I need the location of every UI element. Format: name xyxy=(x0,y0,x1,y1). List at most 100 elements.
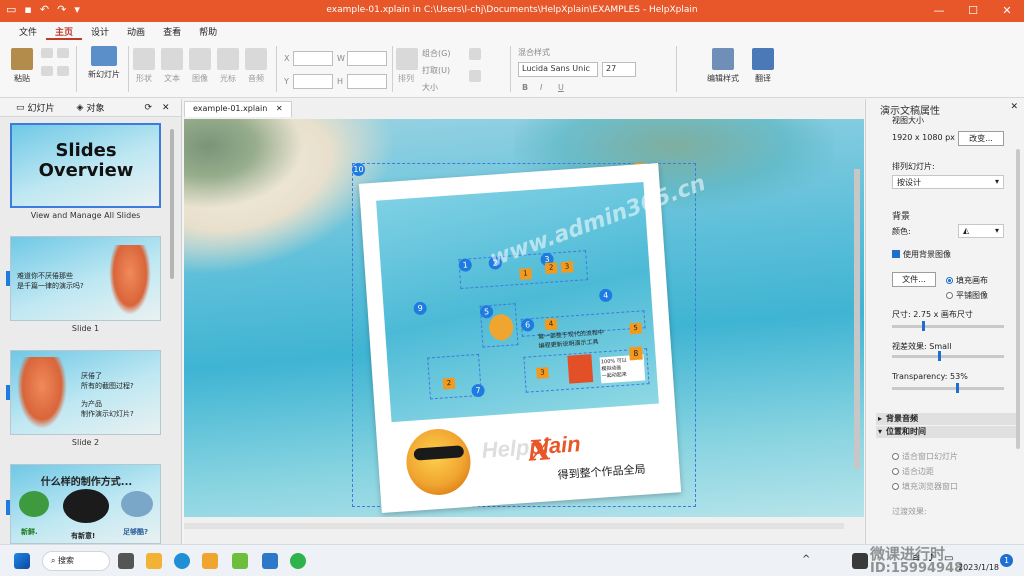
date-text[interactable]: 2023/1/18 xyxy=(958,563,999,572)
align-button[interactable] xyxy=(468,48,482,63)
new-slide-button[interactable]: 新幻灯片 xyxy=(84,46,124,80)
cursor-button[interactable]: 光标 xyxy=(216,48,240,84)
file-button[interactable]: 文件... xyxy=(892,272,936,287)
redo-button[interactable] xyxy=(56,66,70,79)
arrange-slides-select[interactable]: 按设计 ▾ xyxy=(892,175,1004,189)
x-input[interactable] xyxy=(293,51,333,66)
font-name-select[interactable]: Lucida Sans Unic xyxy=(518,62,598,77)
menu-home[interactable]: 主页 xyxy=(46,22,83,40)
text-button[interactable]: 文本 xyxy=(160,48,184,84)
fit-margin-radio[interactable]: 适合边距 xyxy=(892,466,934,477)
copy-button[interactable] xyxy=(40,66,54,79)
wifi-icon[interactable]: ≋ xyxy=(912,553,920,564)
size-slider[interactable] xyxy=(892,321,1004,331)
section-bg-audio[interactable]: ▸ 背景音频 xyxy=(876,413,1018,425)
menu-view[interactable]: 查看 xyxy=(154,22,190,40)
size-button[interactable]: 大小 xyxy=(422,82,438,93)
transparency-slider[interactable] xyxy=(892,383,1004,393)
bold-button[interactable]: B xyxy=(522,83,528,92)
panel-scrollbar[interactable] xyxy=(1016,149,1020,449)
use-bg-image-checkbox[interactable]: 使用背景图像 xyxy=(892,249,951,260)
task-view-icon[interactable] xyxy=(118,553,134,569)
italic-button[interactable]: I xyxy=(540,83,542,92)
object-label[interactable]: 2 xyxy=(442,377,456,390)
parallax-slider[interactable] xyxy=(892,351,1004,361)
menu-animation[interactable]: 动画 xyxy=(118,22,154,40)
slide-thumb-3[interactable]: 什么样的制作方式... 新鲜. 有新意! 足够酷? xyxy=(10,464,161,544)
helpxplain-icon[interactable] xyxy=(202,553,218,569)
align-icon xyxy=(469,48,481,60)
notepad-icon[interactable] xyxy=(262,553,278,569)
mixed-style-label[interactable]: 混合样式 xyxy=(518,47,550,58)
document-tab[interactable]: example-01.xplain ✕ xyxy=(184,101,292,117)
refresh-icon[interactable]: ⟳ xyxy=(144,103,152,113)
change-size-button[interactable]: 改变... xyxy=(958,131,1004,146)
menu-design[interactable]: 设计 xyxy=(82,22,118,40)
notification-badge[interactable]: 1 xyxy=(1000,554,1013,567)
section-position-time[interactable]: ▾ 位置和时间 xyxy=(876,426,1018,438)
close-button[interactable]: ✕ xyxy=(990,0,1024,22)
maximize-button[interactable]: ☐ xyxy=(956,0,990,22)
wechat-icon[interactable] xyxy=(290,553,306,569)
menu-file[interactable]: 文件 xyxy=(10,22,46,40)
object-badge[interactable]: 9 xyxy=(413,301,428,316)
close-tab-icon[interactable]: ✕ xyxy=(276,104,283,113)
slider-thumb[interactable] xyxy=(956,383,959,393)
canvas-hscroll[interactable] xyxy=(184,523,844,529)
menu-help[interactable]: 帮助 xyxy=(190,22,226,40)
fill-canvas-radio[interactable]: 填充画布 xyxy=(946,275,988,286)
paste-button[interactable]: 粘贴 xyxy=(8,48,36,84)
slides-scrollbar[interactable] xyxy=(170,129,174,279)
search-box[interactable]: ⌕ 搜索 xyxy=(42,551,110,571)
group-button[interactable]: 组合(G) xyxy=(422,48,450,59)
tile-image-radio[interactable]: 平铺图像 xyxy=(946,290,988,301)
slide-thumb-2[interactable]: 厌倦了 所有的截图过程? 为产品 制作演示幻灯片? xyxy=(10,350,161,435)
tab-slides[interactable]: ▭ 幻灯片 xyxy=(8,101,63,115)
file-explorer-icon[interactable] xyxy=(146,553,162,569)
w-input[interactable] xyxy=(347,51,387,66)
windows-start-icon[interactable] xyxy=(14,553,30,569)
volume-icon[interactable]: ♪ xyxy=(928,553,934,564)
slide-thumb-1[interactable]: 难道你不厌倦那些 是千篇一律的演示吗? xyxy=(10,236,161,321)
object-label[interactable]: 4 xyxy=(544,318,558,331)
close-panel-icon[interactable]: ✕ xyxy=(162,103,170,113)
object-label[interactable]: 3 xyxy=(536,367,549,379)
fill-browser-radio[interactable]: 填充浏览器窗口 xyxy=(892,481,958,492)
canvas-vscroll[interactable] xyxy=(854,169,860,469)
camtasia-icon[interactable] xyxy=(232,553,248,569)
edit-style-button[interactable]: 编辑样式 xyxy=(704,48,742,84)
image-button[interactable]: 图像 xyxy=(188,48,212,84)
chevron-up-icon[interactable]: ^ xyxy=(802,554,810,565)
close-panel-icon[interactable]: ✕ xyxy=(1010,102,1018,112)
h-input[interactable] xyxy=(347,74,387,89)
slider-thumb[interactable] xyxy=(922,321,925,331)
object-label[interactable]: 3 xyxy=(560,261,574,273)
edge-browser-icon[interactable] xyxy=(174,553,190,569)
translate-button[interactable]: 翻译 xyxy=(748,48,778,84)
tab-objects[interactable]: ◈ 对象 xyxy=(69,101,113,115)
minimize-button[interactable]: — xyxy=(922,0,956,22)
object-label[interactable]: 1 xyxy=(519,268,532,280)
shape-button[interactable]: 形状 xyxy=(132,48,156,84)
arrange-button[interactable]: 排列 xyxy=(396,48,418,84)
font-size-select[interactable]: 27 xyxy=(602,62,636,77)
object-badge[interactable]: 10 xyxy=(352,163,365,176)
slider-thumb[interactable] xyxy=(938,351,941,361)
paint-bucket-icon: ◭ xyxy=(963,226,970,235)
object-badge[interactable]: 4 xyxy=(598,288,613,303)
battery-icon[interactable]: ▭ xyxy=(944,553,953,564)
y-input[interactable] xyxy=(293,74,333,89)
slide-thumb-overview[interactable]: Slides Overview xyxy=(10,123,161,208)
slide-stage[interactable]: 10 1 1 2 3 1 2 3 4 9 5 6 4 5 第一部整于现代的流程中… xyxy=(184,119,864,517)
object-badge[interactable]: 8 xyxy=(628,346,643,361)
object-label[interactable]: 2 xyxy=(544,262,558,275)
underline-button[interactable]: U xyxy=(558,83,564,92)
ungroup-button[interactable]: 打取(U) xyxy=(422,65,450,76)
distribute-button[interactable] xyxy=(468,70,482,85)
cut-button[interactable] xyxy=(40,48,54,61)
object-badge[interactable]: 7 xyxy=(471,383,486,398)
fit-window-radio[interactable]: 适合窗口幻灯片 xyxy=(892,451,958,462)
color-picker[interactable]: ◭ ▾ xyxy=(958,224,1004,238)
undo-button[interactable] xyxy=(56,48,70,61)
audio-button[interactable]: 音频 xyxy=(244,48,268,84)
